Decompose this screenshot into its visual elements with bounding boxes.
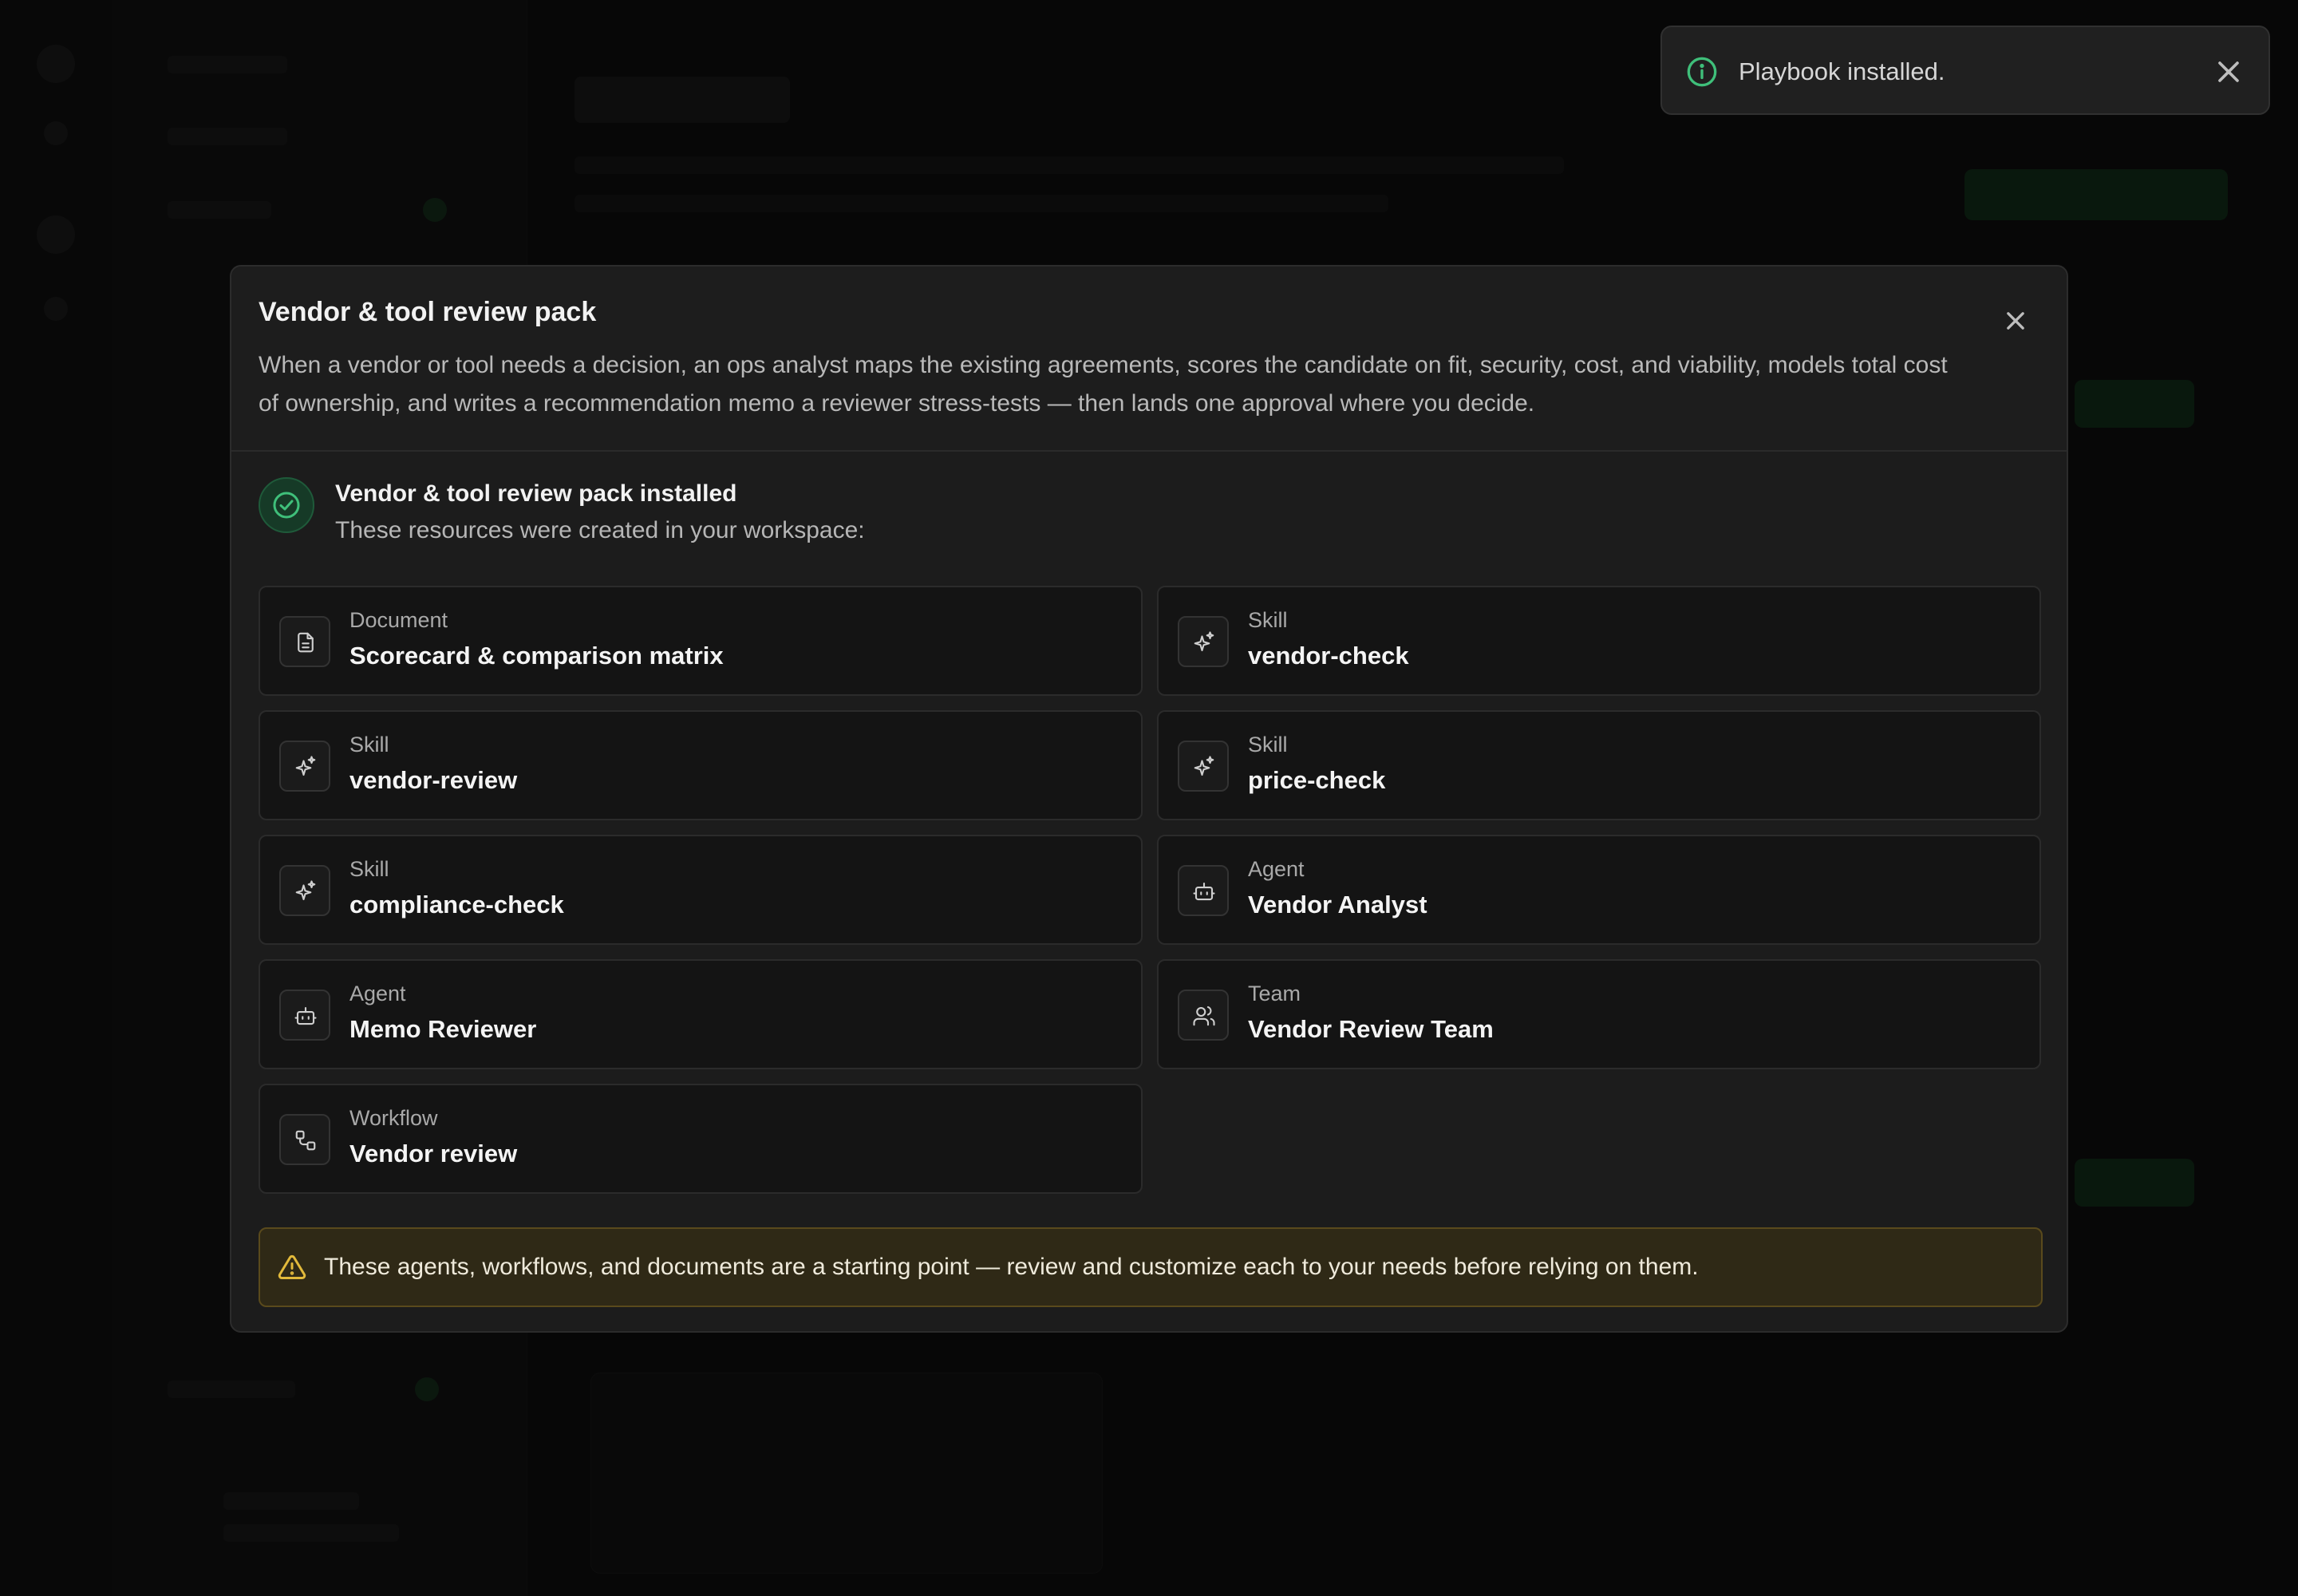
resource-card-agent[interactable]: Agent Memo Reviewer (259, 959, 1143, 1069)
resource-card-skill[interactable]: Skill price-check (1157, 710, 2041, 820)
resource-kind: Skill (349, 857, 389, 881)
resource-kind: Skill (349, 733, 389, 757)
toast-notification: Playbook installed. (1660, 26, 2270, 115)
playbook-install-dialog: Vendor & tool review pack When a vendor … (230, 265, 2068, 1333)
resource-card-team[interactable]: Team Vendor Review Team (1157, 959, 2041, 1069)
resource-card-skill[interactable]: Skill compliance-check (259, 835, 1143, 945)
bot-icon (1178, 865, 1229, 916)
toast-close-icon[interactable] (2211, 54, 2246, 89)
dialog-header: Vendor & tool review pack When a vendor … (231, 267, 2067, 452)
sparkles-icon (279, 865, 330, 916)
warning-banner: These agents, workflows, and documents a… (259, 1227, 2043, 1307)
install-success-subtitle: These resources were created in your wor… (335, 517, 865, 543)
check-circle-icon (259, 477, 314, 533)
resource-card-agent[interactable]: Agent Vendor Analyst (1157, 835, 2041, 945)
resource-card-skill[interactable]: Skill vendor-review (259, 710, 1143, 820)
info-icon (1687, 57, 1717, 87)
resource-kind: Team (1248, 982, 1301, 1005)
sparkles-icon (279, 741, 330, 792)
users-icon (1178, 990, 1229, 1041)
resource-name: Vendor review (349, 1140, 518, 1167)
resource-name: vendor-review (349, 766, 518, 794)
resource-card-document[interactable]: Document Scorecard & comparison matrix (259, 586, 1143, 696)
resource-kind: Agent (349, 982, 406, 1005)
resource-kind: Agent (1248, 857, 1305, 881)
dialog-title: Vendor & tool review pack (259, 297, 597, 327)
toast-message: Playbook installed. (1739, 57, 1945, 85)
dialog-description: When a vendor or tool needs a decision, … (259, 352, 1948, 417)
resource-card-skill[interactable]: Skill vendor-check (1157, 586, 2041, 696)
resource-name: Vendor Analyst (1248, 891, 1427, 918)
document-icon (279, 616, 330, 667)
resource-kind: Skill (1248, 733, 1288, 757)
resource-card-workflow[interactable]: Workflow Vendor review (259, 1084, 1143, 1194)
dialog-close-icon[interactable] (1998, 303, 2033, 338)
resource-kind: Document (349, 608, 448, 632)
resource-name: vendor-check (1248, 642, 1409, 670)
resource-kind: Skill (1248, 608, 1288, 632)
sparkles-icon (1178, 616, 1229, 667)
resource-name: price-check (1248, 766, 1386, 794)
workflow-icon (279, 1114, 330, 1165)
sparkles-icon (1178, 741, 1229, 792)
warning-triangle-icon (278, 1254, 306, 1279)
install-success-title: Vendor & tool review pack installed (335, 480, 737, 507)
warning-text: These agents, workflows, and documents a… (324, 1254, 1699, 1280)
bot-icon (279, 990, 330, 1041)
resource-name: Scorecard & comparison matrix (349, 642, 724, 670)
resource-name: Memo Reviewer (349, 1015, 537, 1043)
resource-name: compliance-check (349, 891, 564, 918)
resource-name: Vendor Review Team (1248, 1015, 1494, 1043)
resource-kind: Workflow (349, 1106, 438, 1130)
